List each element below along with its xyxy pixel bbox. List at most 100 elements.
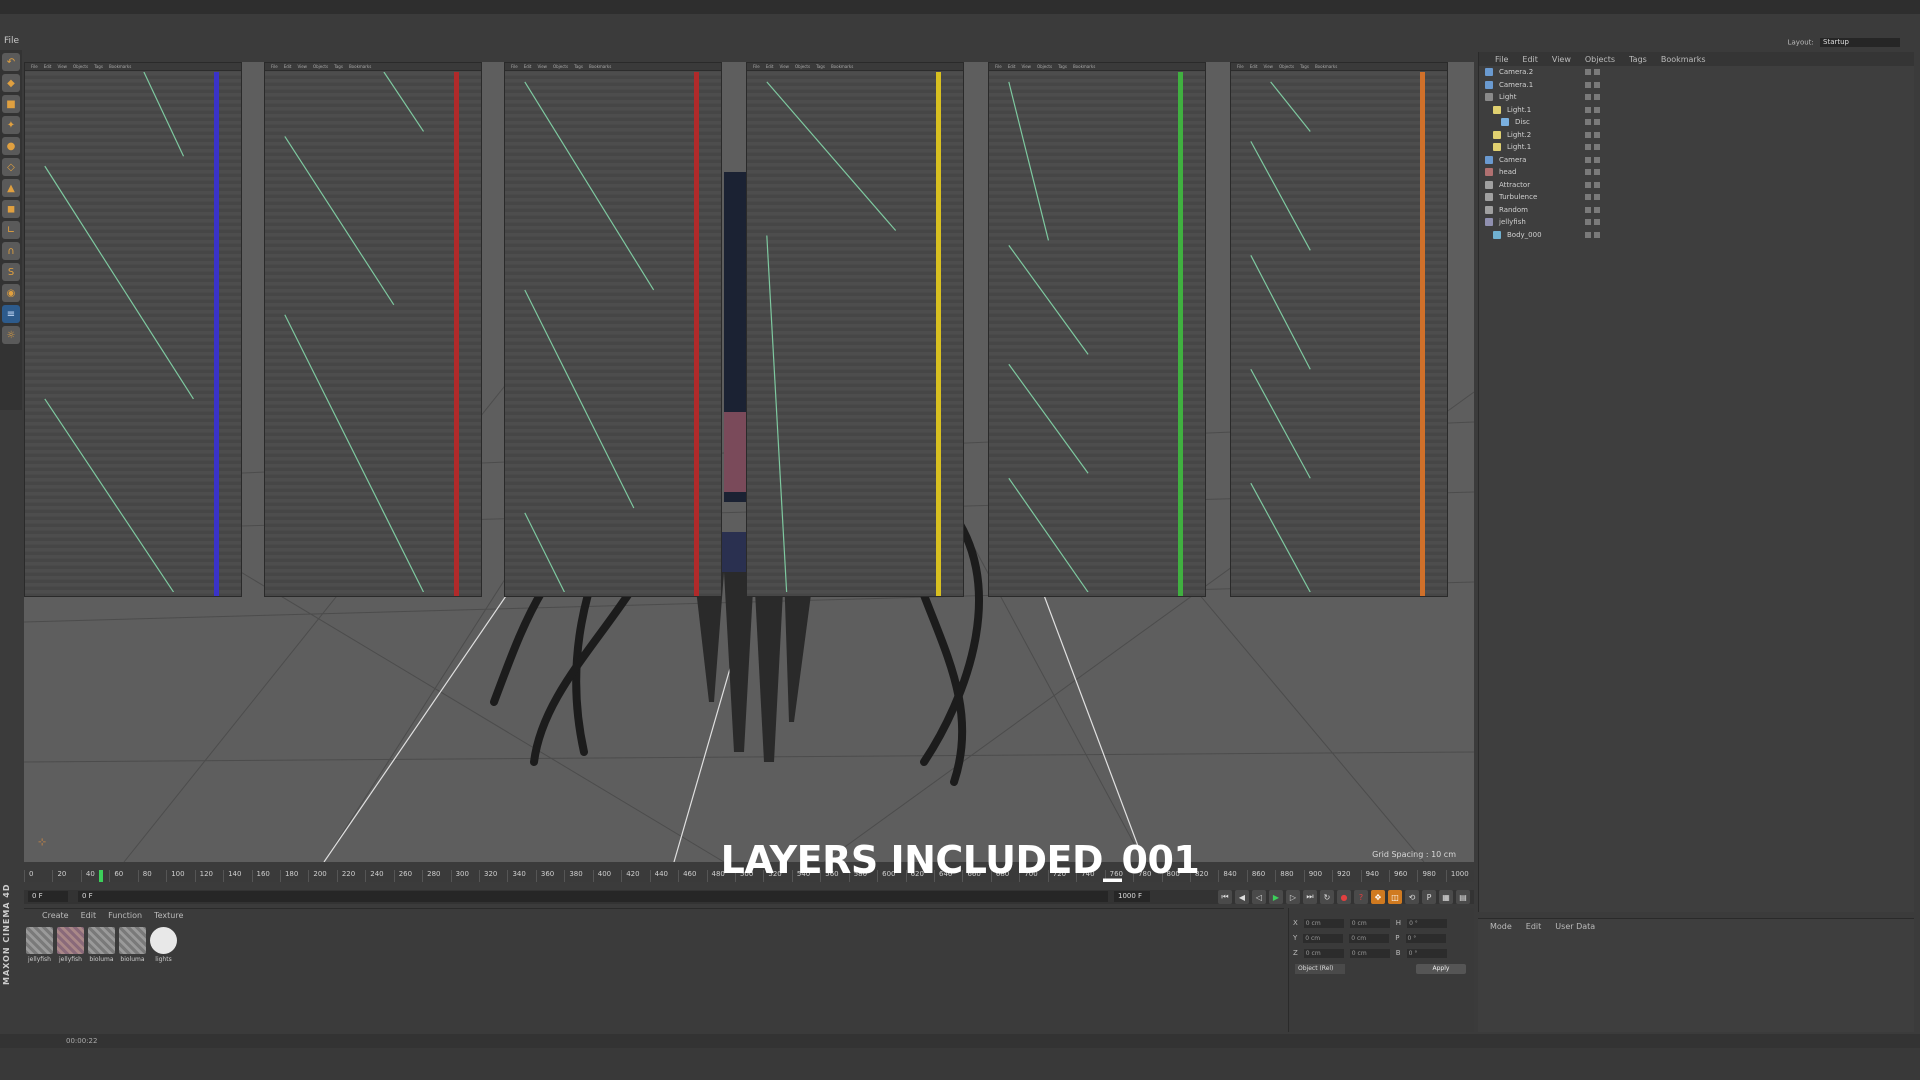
- object-row[interactable]: Light.1: [1479, 104, 1914, 117]
- object-row[interactable]: Attractor: [1479, 179, 1914, 192]
- panel-menu-edit[interactable]: Edit: [1250, 64, 1258, 69]
- outliner-panel[interactable]: File Edit View Objects Tags Bookmarks: [746, 62, 964, 597]
- panel-menu-bookmarks[interactable]: Bookmarks: [1073, 64, 1095, 69]
- snap-icon[interactable]: S: [2, 263, 20, 281]
- visibility-flags[interactable]: [1585, 194, 1600, 201]
- size-field[interactable]: 0 cm: [1349, 949, 1390, 958]
- render-icon[interactable]: ☼: [2, 326, 20, 344]
- mat-menu-function[interactable]: Function: [108, 911, 142, 920]
- panel-menu-tags[interactable]: Tags: [334, 64, 343, 69]
- position-field[interactable]: 0 cm: [1303, 919, 1344, 928]
- sculpt-icon[interactable]: ◉: [2, 284, 20, 302]
- attr-menu-user-data[interactable]: User Data: [1555, 922, 1595, 931]
- object-row[interactable]: head: [1479, 166, 1914, 179]
- file-menu[interactable]: File: [4, 36, 19, 46]
- model-mode-icon[interactable]: ◆: [2, 74, 20, 92]
- frame-range-slider[interactable]: 0 F: [78, 891, 1108, 902]
- points-icon[interactable]: ●: [2, 137, 20, 155]
- material-item[interactable]: jellyfish: [57, 927, 84, 963]
- panel-menu-bookmarks[interactable]: Bookmarks: [349, 64, 371, 69]
- record-icon[interactable]: ●: [1337, 890, 1351, 904]
- position-field[interactable]: 0 cm: [1303, 934, 1344, 943]
- end-frame-field[interactable]: 1000 F: [1114, 891, 1150, 902]
- material-item[interactable]: bioluma: [88, 927, 115, 963]
- keyframe-position-icon[interactable]: ✥: [1371, 890, 1385, 904]
- visibility-flags[interactable]: [1585, 231, 1600, 238]
- panel-menu-edit[interactable]: Edit: [284, 64, 292, 69]
- material-item[interactable]: lights: [150, 927, 177, 963]
- panel-menu-edit[interactable]: Edit: [1008, 64, 1016, 69]
- apply-button[interactable]: Apply: [1416, 964, 1466, 974]
- keyframe-scale-icon[interactable]: ◫: [1388, 890, 1402, 904]
- layers-icon[interactable]: ≡: [2, 305, 20, 323]
- object-row[interactable]: Camera: [1479, 154, 1914, 167]
- om-menu-edit[interactable]: Edit: [1522, 55, 1538, 64]
- panel-menu-file[interactable]: File: [31, 64, 38, 69]
- timeline-window-icon[interactable]: ▤: [1456, 890, 1470, 904]
- panel-menu-file[interactable]: File: [1237, 64, 1244, 69]
- outliner-panel[interactable]: File Edit View Objects Tags Bookmarks: [264, 62, 482, 597]
- om-menu-view[interactable]: View: [1552, 55, 1571, 64]
- autokey-icon[interactable]: ?: [1354, 890, 1368, 904]
- visibility-flags[interactable]: [1585, 206, 1600, 213]
- panel-menu-view[interactable]: View: [779, 64, 789, 69]
- play-icon[interactable]: ▶: [1269, 890, 1283, 904]
- panel-menu-objects[interactable]: Objects: [1037, 64, 1052, 69]
- object-row[interactable]: Light: [1479, 91, 1914, 104]
- panel-menu-bookmarks[interactable]: Bookmarks: [1315, 64, 1337, 69]
- om-menu-objects[interactable]: Objects: [1585, 55, 1615, 64]
- panel-menu-file[interactable]: File: [511, 64, 518, 69]
- outliner-panel[interactable]: File Edit View Objects Tags Bookmarks: [24, 62, 242, 597]
- rotation-field[interactable]: 0 °: [1407, 919, 1448, 928]
- loop-icon[interactable]: ↻: [1320, 890, 1334, 904]
- size-field[interactable]: 0 cm: [1349, 919, 1390, 928]
- keyframe-param-icon[interactable]: P: [1422, 890, 1436, 904]
- start-frame-field[interactable]: 0 F: [28, 891, 68, 902]
- 3d-viewport[interactable]: File Edit View Objects Tags Bookmarks Fi…: [24, 62, 1474, 862]
- panel-menu-view[interactable]: View: [537, 64, 547, 69]
- visibility-flags[interactable]: [1585, 156, 1600, 163]
- panel-menu-view[interactable]: View: [1021, 64, 1031, 69]
- object-row[interactable]: jellyfish: [1479, 216, 1914, 229]
- om-menu-tags[interactable]: Tags: [1629, 55, 1647, 64]
- outliner-panel[interactable]: File Edit View Objects Tags Bookmarks: [988, 62, 1206, 597]
- visibility-flags[interactable]: [1585, 144, 1600, 151]
- om-menu-file[interactable]: File: [1495, 55, 1508, 64]
- material-item[interactable]: jellyfish: [26, 927, 53, 963]
- object-mode-icon[interactable]: ◼: [2, 200, 20, 218]
- object-row[interactable]: Body_000: [1479, 229, 1914, 242]
- visibility-flags[interactable]: [1585, 81, 1600, 88]
- object-row[interactable]: Light.1: [1479, 141, 1914, 154]
- panel-menu-objects[interactable]: Objects: [1279, 64, 1294, 69]
- visibility-flags[interactable]: [1585, 131, 1600, 138]
- visibility-flags[interactable]: [1585, 106, 1600, 113]
- visibility-flags[interactable]: [1585, 181, 1600, 188]
- edges-icon[interactable]: ◇: [2, 158, 20, 176]
- goto-start-icon[interactable]: ⏮: [1218, 890, 1232, 904]
- object-row[interactable]: Camera.2: [1479, 66, 1914, 79]
- panel-menu-objects[interactable]: Objects: [73, 64, 88, 69]
- outliner-panel[interactable]: File Edit View Objects Tags Bookmarks: [1230, 62, 1448, 597]
- coordinate-mode-dropdown[interactable]: Object (Rel): [1295, 964, 1345, 974]
- attr-menu-mode[interactable]: Mode: [1490, 922, 1512, 931]
- panel-menu-objects[interactable]: Objects: [795, 64, 810, 69]
- panel-menu-tags[interactable]: Tags: [94, 64, 103, 69]
- keyframe-rotation-icon[interactable]: ⟲: [1405, 890, 1419, 904]
- keyframe-pla-icon[interactable]: ▦: [1439, 890, 1453, 904]
- object-row[interactable]: Random: [1479, 204, 1914, 217]
- undo-icon[interactable]: ↶: [2, 53, 20, 71]
- polygons-icon[interactable]: ▲: [2, 179, 20, 197]
- visibility-flags[interactable]: [1585, 69, 1600, 76]
- panel-menu-tags[interactable]: Tags: [1058, 64, 1067, 69]
- panel-menu-bookmarks[interactable]: Bookmarks: [109, 64, 131, 69]
- panel-menu-file[interactable]: File: [271, 64, 278, 69]
- panel-menu-tags[interactable]: Tags: [816, 64, 825, 69]
- rotation-field[interactable]: 0 °: [1406, 949, 1447, 958]
- visibility-flags[interactable]: [1585, 119, 1600, 126]
- visibility-flags[interactable]: [1585, 169, 1600, 176]
- panel-menu-tags[interactable]: Tags: [1300, 64, 1309, 69]
- mat-menu-create[interactable]: Create: [42, 911, 69, 920]
- material-item[interactable]: bioluma: [119, 927, 146, 963]
- object-row[interactable]: Camera.1: [1479, 79, 1914, 92]
- object-row[interactable]: Disc: [1479, 116, 1914, 129]
